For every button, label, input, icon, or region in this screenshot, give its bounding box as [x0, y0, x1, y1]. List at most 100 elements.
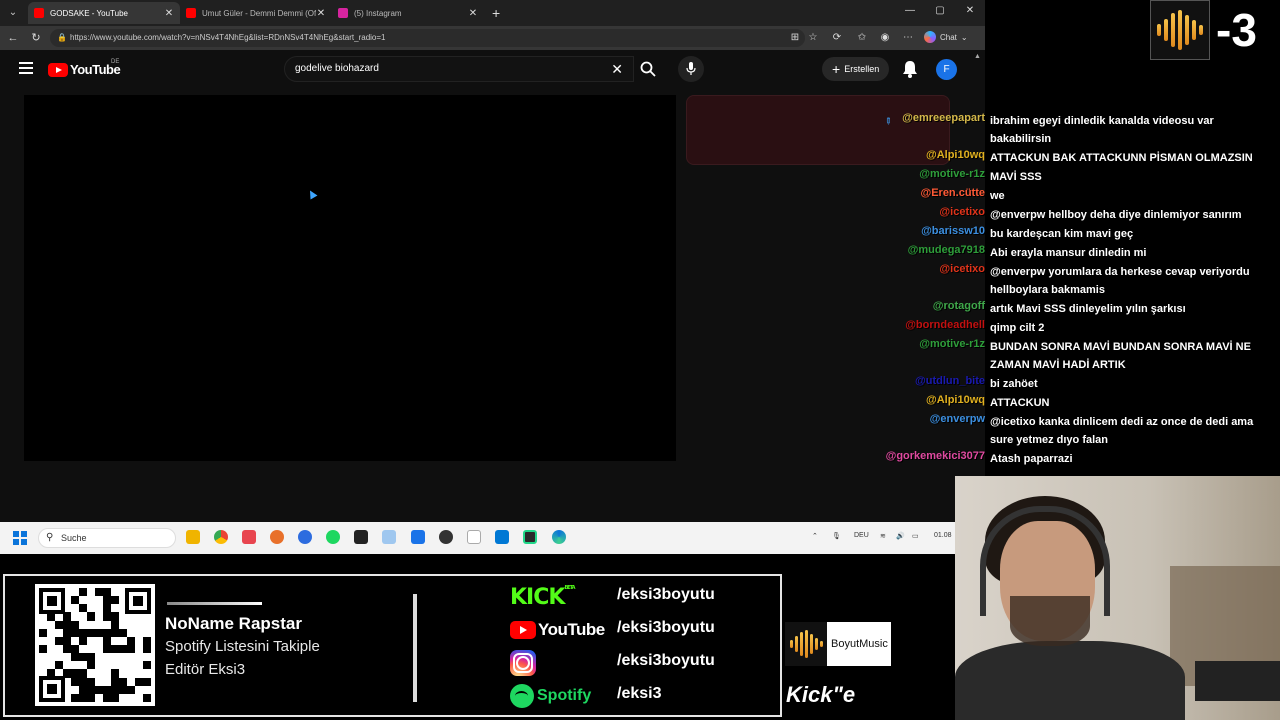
boyutmusic-name: BoyutMusic — [831, 638, 888, 650]
close-tab-icon[interactable]: ✕ — [164, 8, 174, 19]
chat-text: ibrahim egeyi dinledik kanalda videosu v… — [990, 115, 1214, 145]
chrome-icon[interactable] — [214, 530, 228, 544]
copilot-chat-button[interactable]: Chat ⌄ — [924, 31, 968, 43]
lock-icon: 🔒 — [57, 33, 67, 42]
social-youtube: YouTube /eksi3boyutu — [510, 617, 715, 643]
clear-search-icon[interactable]: ✕ — [611, 61, 623, 78]
close-window-icon[interactable]: ✕ — [963, 5, 977, 16]
chat-user: @icetixo — [939, 263, 985, 275]
social-kick: KICKBETA /eksi3boyutu — [510, 584, 715, 610]
wifi-icon[interactable]: ≋ — [880, 532, 886, 540]
video-player[interactable] — [24, 95, 676, 461]
app-icon[interactable]: ⊞ — [788, 31, 802, 45]
battery-icon[interactable]: ▭ — [912, 532, 919, 540]
webcam-feed — [955, 476, 1280, 720]
maximize-icon[interactable]: ▢ — [933, 5, 947, 16]
app-icon[interactable] — [242, 530, 256, 544]
app-icon[interactable] — [382, 530, 396, 544]
chat-text: @icetixo kanka dinlicem dedi az once de … — [990, 416, 1254, 446]
chat-text: qimp cilt 2 — [990, 322, 1045, 334]
voice-search-button[interactable] — [678, 56, 704, 82]
spotify-handle: /eksi3 — [617, 685, 662, 702]
headphones — [980, 506, 1110, 616]
scroll-up-arrow[interactable]: ▲ — [974, 53, 981, 60]
browser-window: ⌄ GODSAKE - YouTube ✕ Umut Güler - Demmi… — [0, 0, 985, 522]
brave-icon[interactable] — [270, 530, 284, 544]
document-icon[interactable] — [467, 530, 481, 544]
chat-text: ATTACKUN — [990, 397, 1050, 409]
chat-text: we — [990, 190, 1005, 202]
chevron-up-icon[interactable]: ⌃ — [812, 532, 818, 540]
chat-text: bi zahöet — [990, 378, 1038, 390]
copilot-icon — [924, 31, 936, 43]
file-explorer-icon[interactable] — [186, 530, 200, 544]
tab-youtube[interactable]: GODSAKE - YouTube ✕ — [28, 2, 180, 24]
info-banner: NoName Rapstar Spotify Listesini Takiple… — [3, 574, 782, 717]
back-icon[interactable]: ← — [6, 31, 20, 45]
close-tab-icon[interactable]: ✕ — [468, 8, 478, 19]
account-avatar[interactable]: F — [936, 59, 957, 80]
pycharm-icon[interactable] — [523, 530, 537, 544]
eksi3-logo — [1150, 0, 1210, 60]
notifications-bell-icon[interactable] — [902, 60, 918, 78]
vscode-icon[interactable] — [495, 530, 509, 544]
profile-icon[interactable]: ◉ — [878, 31, 892, 45]
social-instagram: /eksi3boyutu — [510, 650, 715, 676]
qr-code — [35, 584, 155, 706]
banner-description-line1: Spotify Listesini Takiple — [165, 638, 320, 655]
edge-icon[interactable] — [552, 530, 566, 544]
instagram-favicon-icon — [338, 8, 348, 18]
shield-icon[interactable] — [411, 530, 425, 544]
chat-message: @Eren.cütte we — [880, 187, 1280, 205]
kick-handle: /eksi3boyutu — [617, 586, 715, 603]
windows-start-icon[interactable] — [13, 531, 27, 545]
chat-message: @motive-r1z MAVİ SSS — [880, 168, 1280, 186]
tab-instagram[interactable]: (5) Instagram ✕ — [332, 2, 484, 24]
menu-icon[interactable] — [19, 62, 33, 74]
minimize-icon[interactable]: — — [903, 5, 917, 16]
youtube-logo[interactable]: YouTube DE — [48, 59, 121, 77]
create-button[interactable]: + Erstellen — [822, 57, 890, 81]
refresh-page-icon[interactable]: ⟳ — [830, 31, 844, 45]
close-tab-icon[interactable]: ✕ — [316, 8, 326, 19]
windows-taskbar: ⚲ Suche ⌃ 🎙 DEU ≋ 🔊 ▭ 01.08 — [0, 522, 955, 554]
chat-user: @utdlun_bite — [915, 375, 985, 387]
clock-date[interactable]: 01.08 — [934, 532, 952, 539]
tab-umut-guler[interactable]: Umut Güler - Demmi Demmi (Offi ✕ — [180, 2, 332, 24]
url-field[interactable]: 🔒 https://www.youtube.com/watch?v=nNSv4T… — [50, 29, 805, 47]
tab-title: Umut Güler - Demmi Demmi (Offi — [202, 8, 316, 18]
volume-icon[interactable]: 🔊 — [896, 532, 905, 540]
tab-list-icon[interactable]: ⌄ — [5, 5, 21, 21]
chat-user: @Alpi10wq — [925, 394, 985, 406]
language-indicator[interactable]: DEU — [854, 532, 869, 539]
chat-user: @mudega7918 — [907, 244, 985, 256]
new-tab-button[interactable]: + — [492, 5, 500, 21]
youtube-favicon-icon — [186, 8, 196, 18]
sound-bars-icon — [789, 630, 823, 658]
divider — [413, 594, 417, 702]
more-icon[interactable]: ⋯ — [901, 31, 915, 45]
chat-user: @Alpi10wq — [925, 149, 985, 161]
obs-icon[interactable] — [439, 530, 453, 544]
taskbar-search-placeholder: Suche — [61, 533, 87, 543]
capcut-icon[interactable] — [354, 530, 368, 544]
favorite-star-icon[interactable]: ☆ — [806, 31, 820, 45]
banner-description-line2: Editör Eksi3 — [165, 661, 246, 678]
chat-user: @emreeepapart — [902, 112, 985, 124]
instagram-logo-icon — [510, 650, 536, 676]
taskbar-search[interactable]: ⚲ Suche — [38, 528, 176, 548]
reload-icon[interactable]: ↻ — [29, 31, 43, 45]
youtube-logo-icon: YouTube — [510, 617, 610, 643]
spotify-icon[interactable] — [326, 530, 340, 544]
plus-icon: + — [832, 61, 841, 77]
search-button[interactable] — [634, 56, 662, 82]
search-icon — [640, 61, 656, 77]
tab-title: GODSAKE - YouTube — [50, 8, 128, 18]
search-input[interactable]: godelive biohazard ✕ — [284, 56, 634, 82]
microphone-tray-icon[interactable]: 🎙 — [832, 532, 841, 540]
favorites-icon[interactable]: ✩ — [855, 31, 869, 45]
chat-text: ATTACKUN BAK ATTACKUNN PİSMAN OLMAZSIN — [990, 152, 1253, 164]
app-icon[interactable] — [298, 530, 312, 544]
chat-user: @Eren.cütte — [920, 187, 985, 199]
region-code: DE — [111, 59, 120, 65]
